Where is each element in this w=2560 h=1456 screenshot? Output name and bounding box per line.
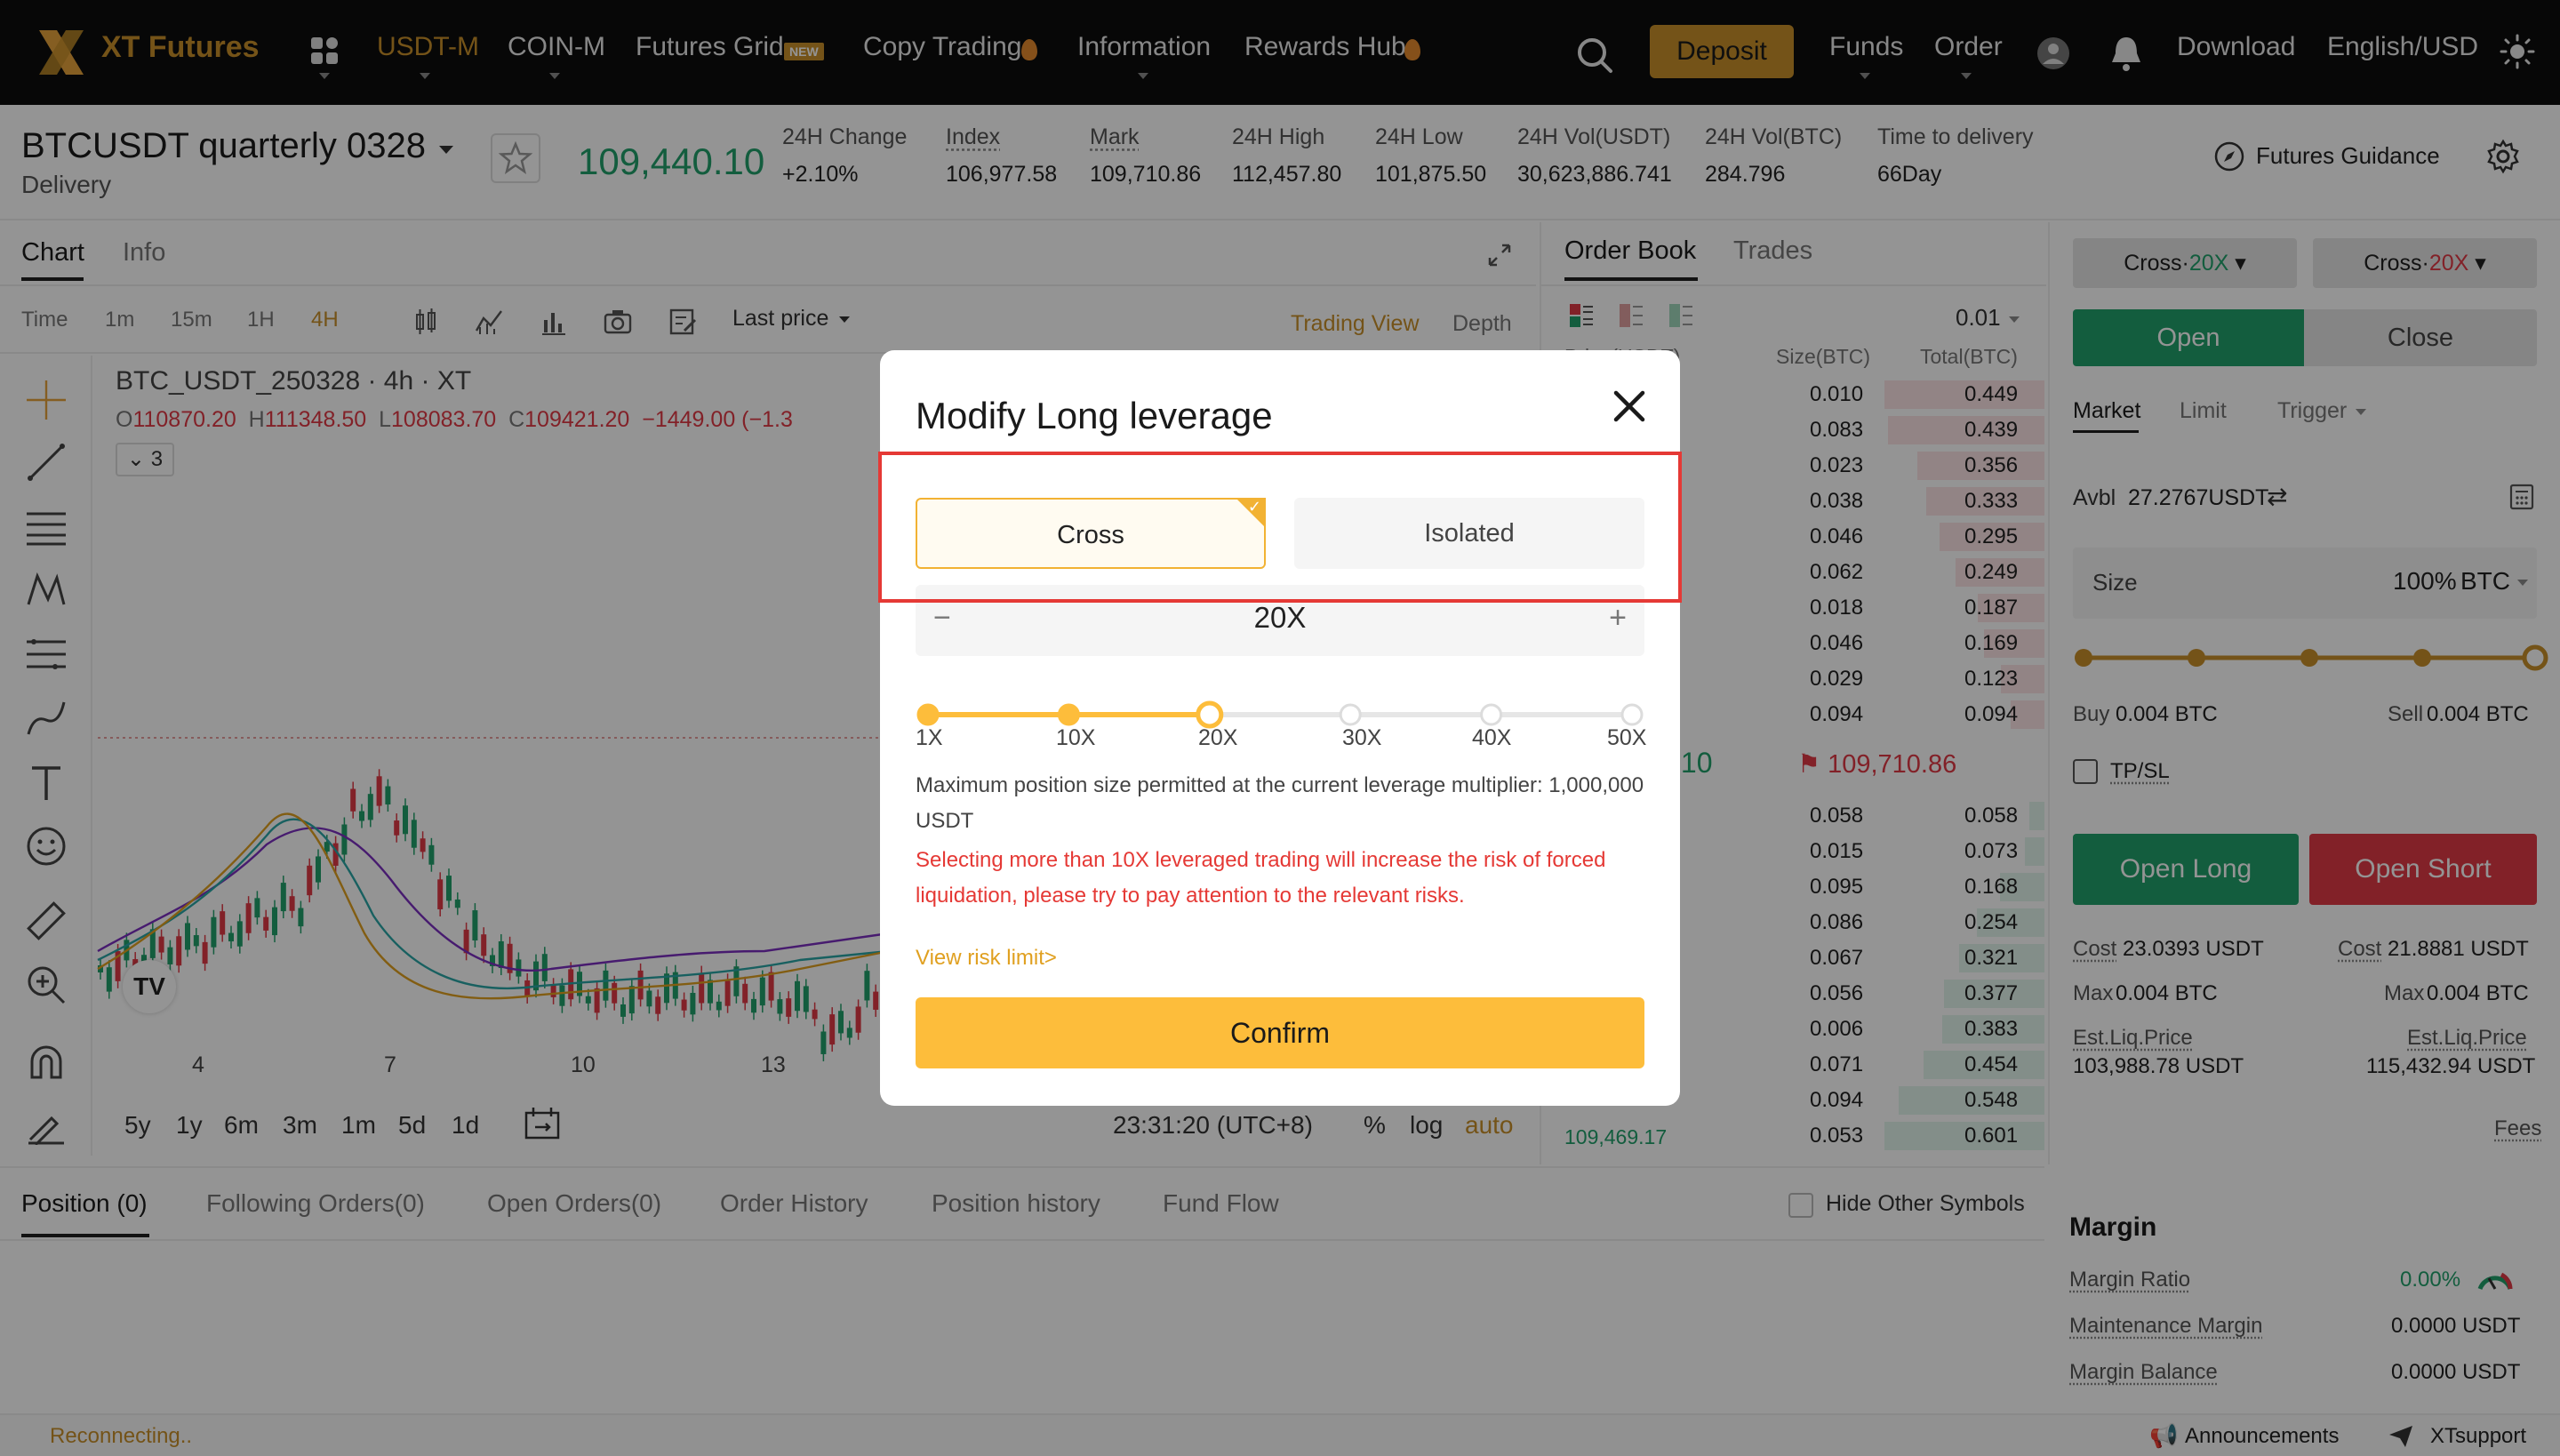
increase-leverage-button[interactable]: + (1609, 601, 1627, 636)
slider-tick-label: 40X (1472, 725, 1512, 750)
view-risk-limit-link[interactable]: View risk limit> (916, 946, 1057, 971)
dialog-title: Modify Long leverage (916, 395, 1273, 436)
slider-tick-label: 1X (916, 725, 943, 750)
highlight-box (878, 452, 1682, 603)
slider-tick-label: 50X (1607, 725, 1647, 750)
slider-tick-label: 10X (1056, 725, 1096, 750)
slider-tick-dot[interactable] (1480, 703, 1503, 726)
leverage-slider[interactable] (916, 688, 1644, 741)
slider-tick-label: 30X (1342, 725, 1382, 750)
slider-tick-dot[interactable] (1339, 703, 1362, 726)
slider-tick-dot[interactable] (1057, 703, 1080, 726)
slider-thumb[interactable] (1196, 700, 1224, 729)
modify-leverage-dialog: Modify Long leverage Cross ✓ Isolated − … (878, 350, 1682, 1106)
close-icon[interactable] (1609, 386, 1650, 427)
slider-tick-dot[interactable] (1620, 703, 1644, 726)
leverage-value: 20X (1253, 601, 1307, 634)
confirm-button[interactable]: Confirm (916, 997, 1644, 1068)
max-position-note: Maximum position size permitted at the c… (916, 773, 1644, 833)
slider-tick-label: 20X (1198, 725, 1238, 750)
risk-warning: Selecting more than 10X leveraged tradin… (916, 848, 1606, 908)
slider-tick-dot[interactable] (916, 703, 940, 726)
